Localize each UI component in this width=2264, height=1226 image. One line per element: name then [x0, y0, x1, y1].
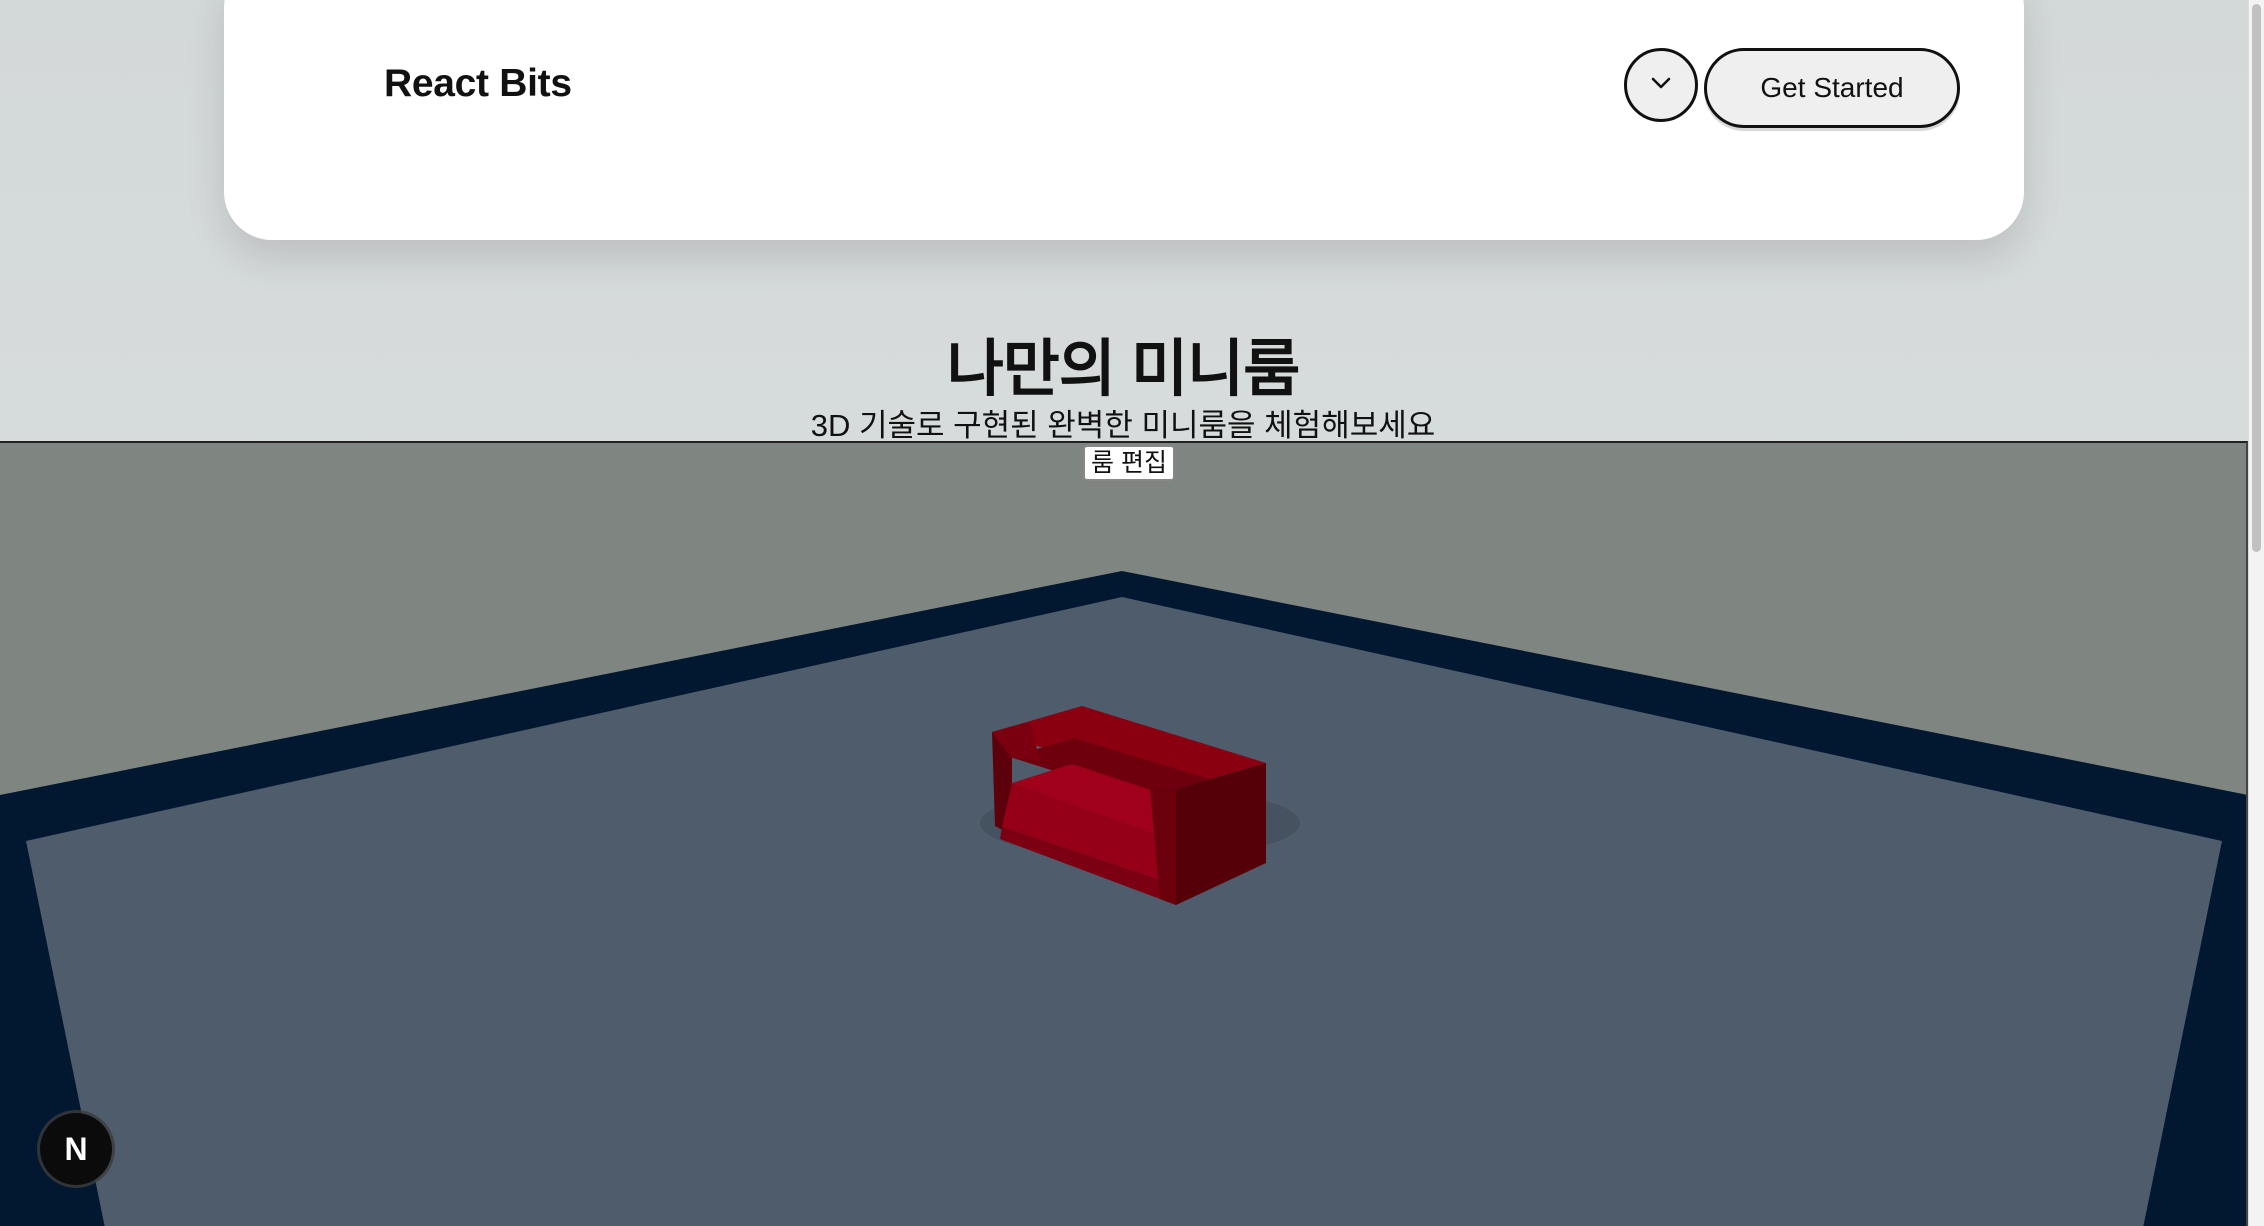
- room-render: [0, 443, 2246, 1226]
- miniroom-3d-canvas[interactable]: [0, 441, 2248, 1226]
- page-subtitle: 3D 기술로 구현된 완벽한 미니룸을 체험해보세요: [810, 408, 1436, 443]
- get-started-button[interactable]: Get Started: [1704, 48, 1960, 128]
- brand-logo[interactable]: React Bits: [384, 62, 572, 106]
- chevron-down-icon: [1650, 76, 1672, 95]
- menu-toggle-button[interactable]: [1624, 48, 1698, 122]
- scrollbar-thumb[interactable]: [2252, 4, 2261, 552]
- page: React Bits Get Started 나만의 미니룸 3D 기술로 구현…: [0, 0, 2264, 1226]
- page-scrollbar[interactable]: [2248, 0, 2264, 1226]
- room-edit-button[interactable]: 룸 편집: [1083, 445, 1175, 481]
- navbar: React Bits Get Started: [224, 0, 2024, 240]
- page-title: 나만의 미니룸: [946, 335, 1300, 404]
- nextjs-logo-icon: N: [64, 1130, 88, 1167]
- nextjs-dev-indicator[interactable]: N: [40, 1113, 112, 1185]
